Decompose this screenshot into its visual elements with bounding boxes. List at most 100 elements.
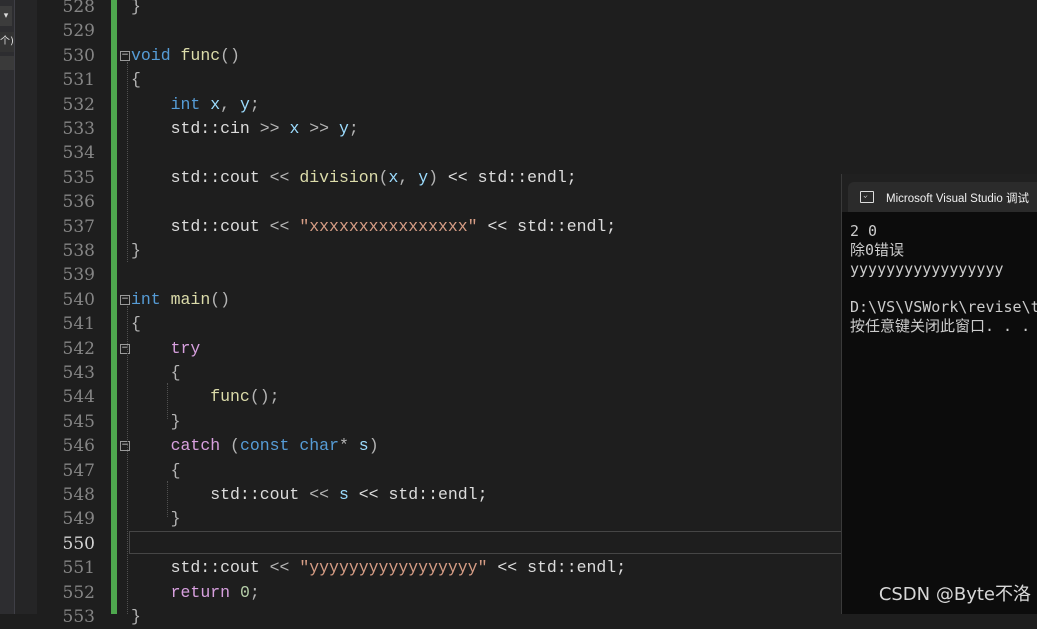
console-tab-title: Microsoft Visual Studio 调试 <box>886 193 1029 205</box>
code-token: , <box>398 167 419 187</box>
code-token: * <box>338 436 359 456</box>
code-token: (); <box>249 387 280 407</box>
side-panel-band <box>0 56 14 70</box>
code-token: } <box>131 509 181 529</box>
code-line[interactable]: 530 − void func() <box>63 44 1037 68</box>
line-number: 532 <box>62 94 95 115</box>
code-token: x <box>388 167 399 187</box>
code-token: ( <box>220 436 240 456</box>
code-line[interactable]: 534 <box>63 141 1037 165</box>
code-token: << <box>269 167 290 187</box>
code-token: "xxxxxxxxxxxxxxxx" <box>299 216 478 236</box>
console-output-line: 除0错误 <box>850 241 905 259</box>
line-number: 544 <box>62 387 95 408</box>
code-token: int <box>170 94 201 114</box>
line-number: 546 <box>62 436 95 457</box>
code-line[interactable]: 532 int x, y; <box>63 93 1037 117</box>
code-token: catch <box>170 436 221 456</box>
indicator-margin[interactable] <box>15 0 37 614</box>
code-token: y <box>338 119 349 138</box>
code-token: () <box>210 289 231 309</box>
code-line[interactable]: 533 std::cin >> x >> y; <box>63 117 1037 141</box>
code-token: , <box>220 94 240 114</box>
terminal-icon <box>860 191 874 203</box>
code-text: func(); <box>131 385 280 409</box>
code-token: >> <box>299 119 339 138</box>
code-token: << <box>309 485 330 504</box>
collapse-toggle-icon[interactable]: − <box>120 50 130 61</box>
console-output-line: 2 0 <box>850 222 878 240</box>
code-token: { <box>131 363 181 382</box>
code-token: { <box>131 70 141 90</box>
code-token: } <box>131 411 181 431</box>
collapse-toggle-icon[interactable]: − <box>120 294 130 305</box>
code-token: s <box>358 436 369 456</box>
code-token: std::cin <box>131 119 260 138</box>
indent-guide <box>167 383 168 419</box>
line-number: 551 <box>62 558 95 579</box>
line-number: 541 <box>62 314 95 335</box>
line-number: 536 <box>62 192 95 213</box>
code-text: return 0; <box>131 581 260 605</box>
collapse-toggle-icon[interactable]: − <box>120 343 130 354</box>
dropdown-arrow-icon[interactable]: ▾ <box>0 6 12 26</box>
code-token: { <box>131 460 181 480</box>
code-text: std::cin >> x >> y; <box>131 117 359 141</box>
code-token: ; <box>348 119 359 138</box>
code-token: () <box>220 45 240 65</box>
code-line[interactable]: 529 <box>63 19 1037 43</box>
code-token: y <box>239 94 250 114</box>
code-token: << <box>269 558 290 578</box>
debug-console-window[interactable]: Microsoft Visual Studio 调试 2 0 除0错误 yyyyyy… <box>841 174 1037 614</box>
code-token: ; <box>249 582 260 602</box>
code-token: { <box>131 314 141 334</box>
code-token: ) <box>428 167 438 187</box>
console-titlebar[interactable]: Microsoft Visual Studio 调试 <box>842 174 1037 212</box>
code-token: 0 <box>239 582 250 602</box>
code-line[interactable]: 531 { <box>63 68 1037 92</box>
line-number: 537 <box>62 216 95 237</box>
code-text: void func() <box>131 44 240 68</box>
code-line[interactable]: 528} <box>63 0 1037 19</box>
code-text: { <box>131 459 181 483</box>
console-tab[interactable]: Microsoft Visual Studio 调试 <box>848 182 1037 212</box>
code-text: std::cout << s << std::endl; <box>131 483 487 507</box>
code-token: std::cout <box>131 167 270 187</box>
code-token: ( <box>378 167 389 187</box>
left-tool-strip: ▾ 个) <box>0 0 15 614</box>
code-token: func <box>210 387 250 407</box>
console-output-line: yyyyyyyyyyyyyyyyy <box>850 260 1004 278</box>
code-token: char <box>299 436 339 456</box>
line-number: 538 <box>62 241 95 261</box>
line-number: 552 <box>62 582 95 603</box>
code-token: x <box>210 94 221 114</box>
code-token: ; <box>249 94 260 114</box>
indent-guide <box>127 306 128 614</box>
code-text: std::cout << "yyyyyyyyyyyyyyyyy" << std:… <box>131 556 627 580</box>
code-text: { <box>131 361 181 385</box>
code-text: catch (const char* s) <box>131 434 379 458</box>
code-token: << std::endl; <box>438 167 577 187</box>
collapse-toggle-icon[interactable]: − <box>120 441 130 452</box>
code-token: x <box>289 119 300 138</box>
code-text: std::cout << "xxxxxxxxxxxxxxxx" << std::… <box>131 215 617 239</box>
code-text: std::cout << division(x, y) << std::endl… <box>131 166 577 190</box>
code-token: >> <box>259 119 280 138</box>
code-text: } <box>131 410 181 434</box>
code-text: int x, y; <box>131 93 260 117</box>
console-output[interactable]: 2 0 除0错误 yyyyyyyyyyyyyyyyy D:\VS\VSWork\re… <box>850 222 1037 336</box>
code-text: int main() <box>131 288 230 312</box>
code-token: << std::endl; <box>348 485 488 504</box>
